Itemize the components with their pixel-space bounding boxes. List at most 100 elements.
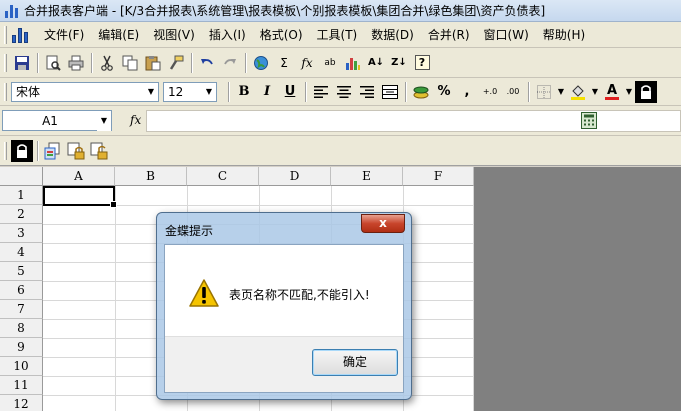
insert-function-button[interactable]: fx — [296, 52, 318, 74]
window-title: 合并报表客户端 - [K/3合并报表\系统管理\报表模板\个别报表模板\集团合并… — [24, 4, 546, 18]
copy-button[interactable] — [119, 52, 141, 74]
align-right-button[interactable] — [356, 81, 378, 103]
decrease-decimal-button[interactable]: .00 — [502, 81, 524, 103]
print-button[interactable] — [65, 52, 87, 74]
lock-format-button[interactable] — [635, 80, 657, 103]
import-button[interactable] — [42, 140, 64, 162]
toolbar-separator — [405, 81, 407, 102]
cell-reference-value: A1 — [42, 113, 58, 128]
standard-toolbar: Σ fx ab A↓ Z↓ ? — [0, 48, 681, 78]
column-header[interactable]: E — [331, 167, 403, 186]
comma-style-button[interactable]: , — [456, 81, 478, 103]
cut-button[interactable] — [96, 52, 118, 74]
column-header[interactable]: D — [259, 167, 331, 186]
row-header[interactable]: 12 — [0, 395, 43, 411]
percent-button[interactable]: % — [433, 81, 455, 103]
sort-ascending-button[interactable]: A↓ — [365, 52, 387, 74]
print-preview-icon — [46, 55, 61, 71]
chart-button[interactable] — [342, 52, 364, 74]
merge-cells-icon — [382, 84, 398, 99]
replace-button[interactable]: ab — [319, 52, 341, 74]
row-header[interactable]: 4 — [0, 243, 43, 262]
column-header[interactable]: C — [187, 167, 259, 186]
redo-button[interactable] — [219, 52, 241, 74]
row-header[interactable]: 5 — [0, 262, 43, 281]
column-header[interactable]: F — [403, 167, 474, 186]
row-header[interactable]: 2 — [0, 205, 43, 224]
grip-handle[interactable] — [4, 25, 7, 44]
lock-cells-button[interactable] — [65, 140, 87, 162]
row-header[interactable]: 3 — [0, 224, 43, 243]
web-button[interactable] — [250, 52, 272, 74]
menu-file[interactable]: 文件(F) — [37, 25, 91, 45]
font-color-button[interactable]: A — [601, 81, 623, 103]
row-header[interactable]: 10 — [0, 357, 43, 376]
format-painter-button[interactable] — [165, 52, 187, 74]
font-size-select[interactable]: 12 ▼ — [163, 81, 217, 102]
save-button[interactable] — [11, 52, 33, 74]
fill-color-dropdown[interactable]: ▼ — [590, 81, 600, 103]
unlock-cells-icon — [90, 142, 108, 159]
column-header[interactable]: A — [43, 167, 115, 186]
currency-button[interactable] — [410, 81, 432, 103]
row-header[interactable]: 8 — [0, 319, 43, 338]
increase-decimal-button[interactable]: +.0 — [479, 81, 501, 103]
message-dialog: 金蝶提示 x 表页名称不匹配,不能引入! 确定 — [156, 212, 412, 400]
italic-button[interactable]: I — [256, 81, 278, 103]
fill-color-button[interactable] — [567, 81, 589, 103]
row-header[interactable]: 6 — [0, 281, 43, 300]
menu-edit[interactable]: 编辑(E) — [91, 25, 146, 45]
menu-bar: 文件(F) 编辑(E) 视图(V) 插入(I) 格式(O) 工具(T) 数据(D… — [0, 22, 681, 48]
dialog-message: 表页名称不匹配,不能引入! — [229, 288, 370, 302]
font-name-select[interactable]: 宋体 ▼ — [11, 81, 159, 102]
row-header[interactable]: 11 — [0, 376, 43, 395]
unlock-cells-button[interactable] — [88, 140, 110, 162]
undo-button[interactable] — [196, 52, 218, 74]
grip-handle[interactable] — [4, 141, 7, 160]
borders-dropdown[interactable]: ▼ — [556, 81, 566, 103]
row-header[interactable]: 1 — [0, 186, 43, 205]
brush-icon — [169, 55, 184, 70]
font-color-dropdown[interactable]: ▼ — [624, 81, 634, 103]
select-all-corner[interactable] — [0, 167, 43, 186]
ok-button[interactable]: 确定 — [312, 349, 398, 376]
row-header[interactable]: 7 — [0, 300, 43, 319]
paste-button[interactable] — [142, 52, 164, 74]
grip-handle[interactable] — [4, 82, 7, 101]
align-left-button[interactable] — [310, 81, 332, 103]
active-cell[interactable] — [43, 186, 117, 208]
workspace-background — [474, 167, 681, 411]
calculator-icon[interactable] — [581, 112, 597, 129]
dialog-close-button[interactable]: x — [361, 214, 405, 233]
menu-data[interactable]: 数据(D) — [364, 25, 421, 45]
menu-window[interactable]: 窗口(W) — [477, 25, 536, 45]
merge-center-button[interactable] — [379, 81, 401, 103]
row-header[interactable]: 9 — [0, 338, 43, 357]
print-preview-button[interactable] — [42, 52, 64, 74]
borders-button[interactable] — [533, 81, 555, 103]
formula-input[interactable] — [146, 110, 681, 132]
paste-icon — [145, 55, 161, 70]
menu-merge[interactable]: 合并(R) — [421, 25, 477, 45]
align-center-button[interactable] — [333, 81, 355, 103]
menu-tools[interactable]: 工具(T) — [310, 25, 365, 45]
cell-reference-dropdown[interactable]: ▼ — [97, 110, 111, 131]
chevron-down-icon[interactable]: ▼ — [144, 83, 158, 101]
lock-sheet-button[interactable] — [11, 139, 33, 162]
import-icon — [44, 142, 60, 159]
borders-icon — [537, 84, 551, 99]
toolbar-separator — [305, 81, 307, 102]
cell-reference-box[interactable]: A1 ▼ — [2, 110, 112, 131]
autosum-button[interactable]: Σ — [273, 52, 295, 74]
menu-view[interactable]: 视图(V) — [146, 25, 202, 45]
menu-format[interactable]: 格式(O) — [253, 25, 310, 45]
sort-descending-button[interactable]: Z↓ — [388, 52, 410, 74]
menu-help[interactable]: 帮助(H) — [536, 25, 592, 45]
chevron-down-icon[interactable]: ▼ — [202, 83, 216, 101]
grip-handle[interactable] — [4, 53, 7, 72]
bold-button[interactable]: B — [233, 81, 255, 103]
column-header[interactable]: B — [115, 167, 187, 186]
underline-button[interactable]: U — [279, 81, 301, 103]
help-button[interactable]: ? — [411, 52, 433, 74]
menu-insert[interactable]: 插入(I) — [202, 25, 253, 45]
